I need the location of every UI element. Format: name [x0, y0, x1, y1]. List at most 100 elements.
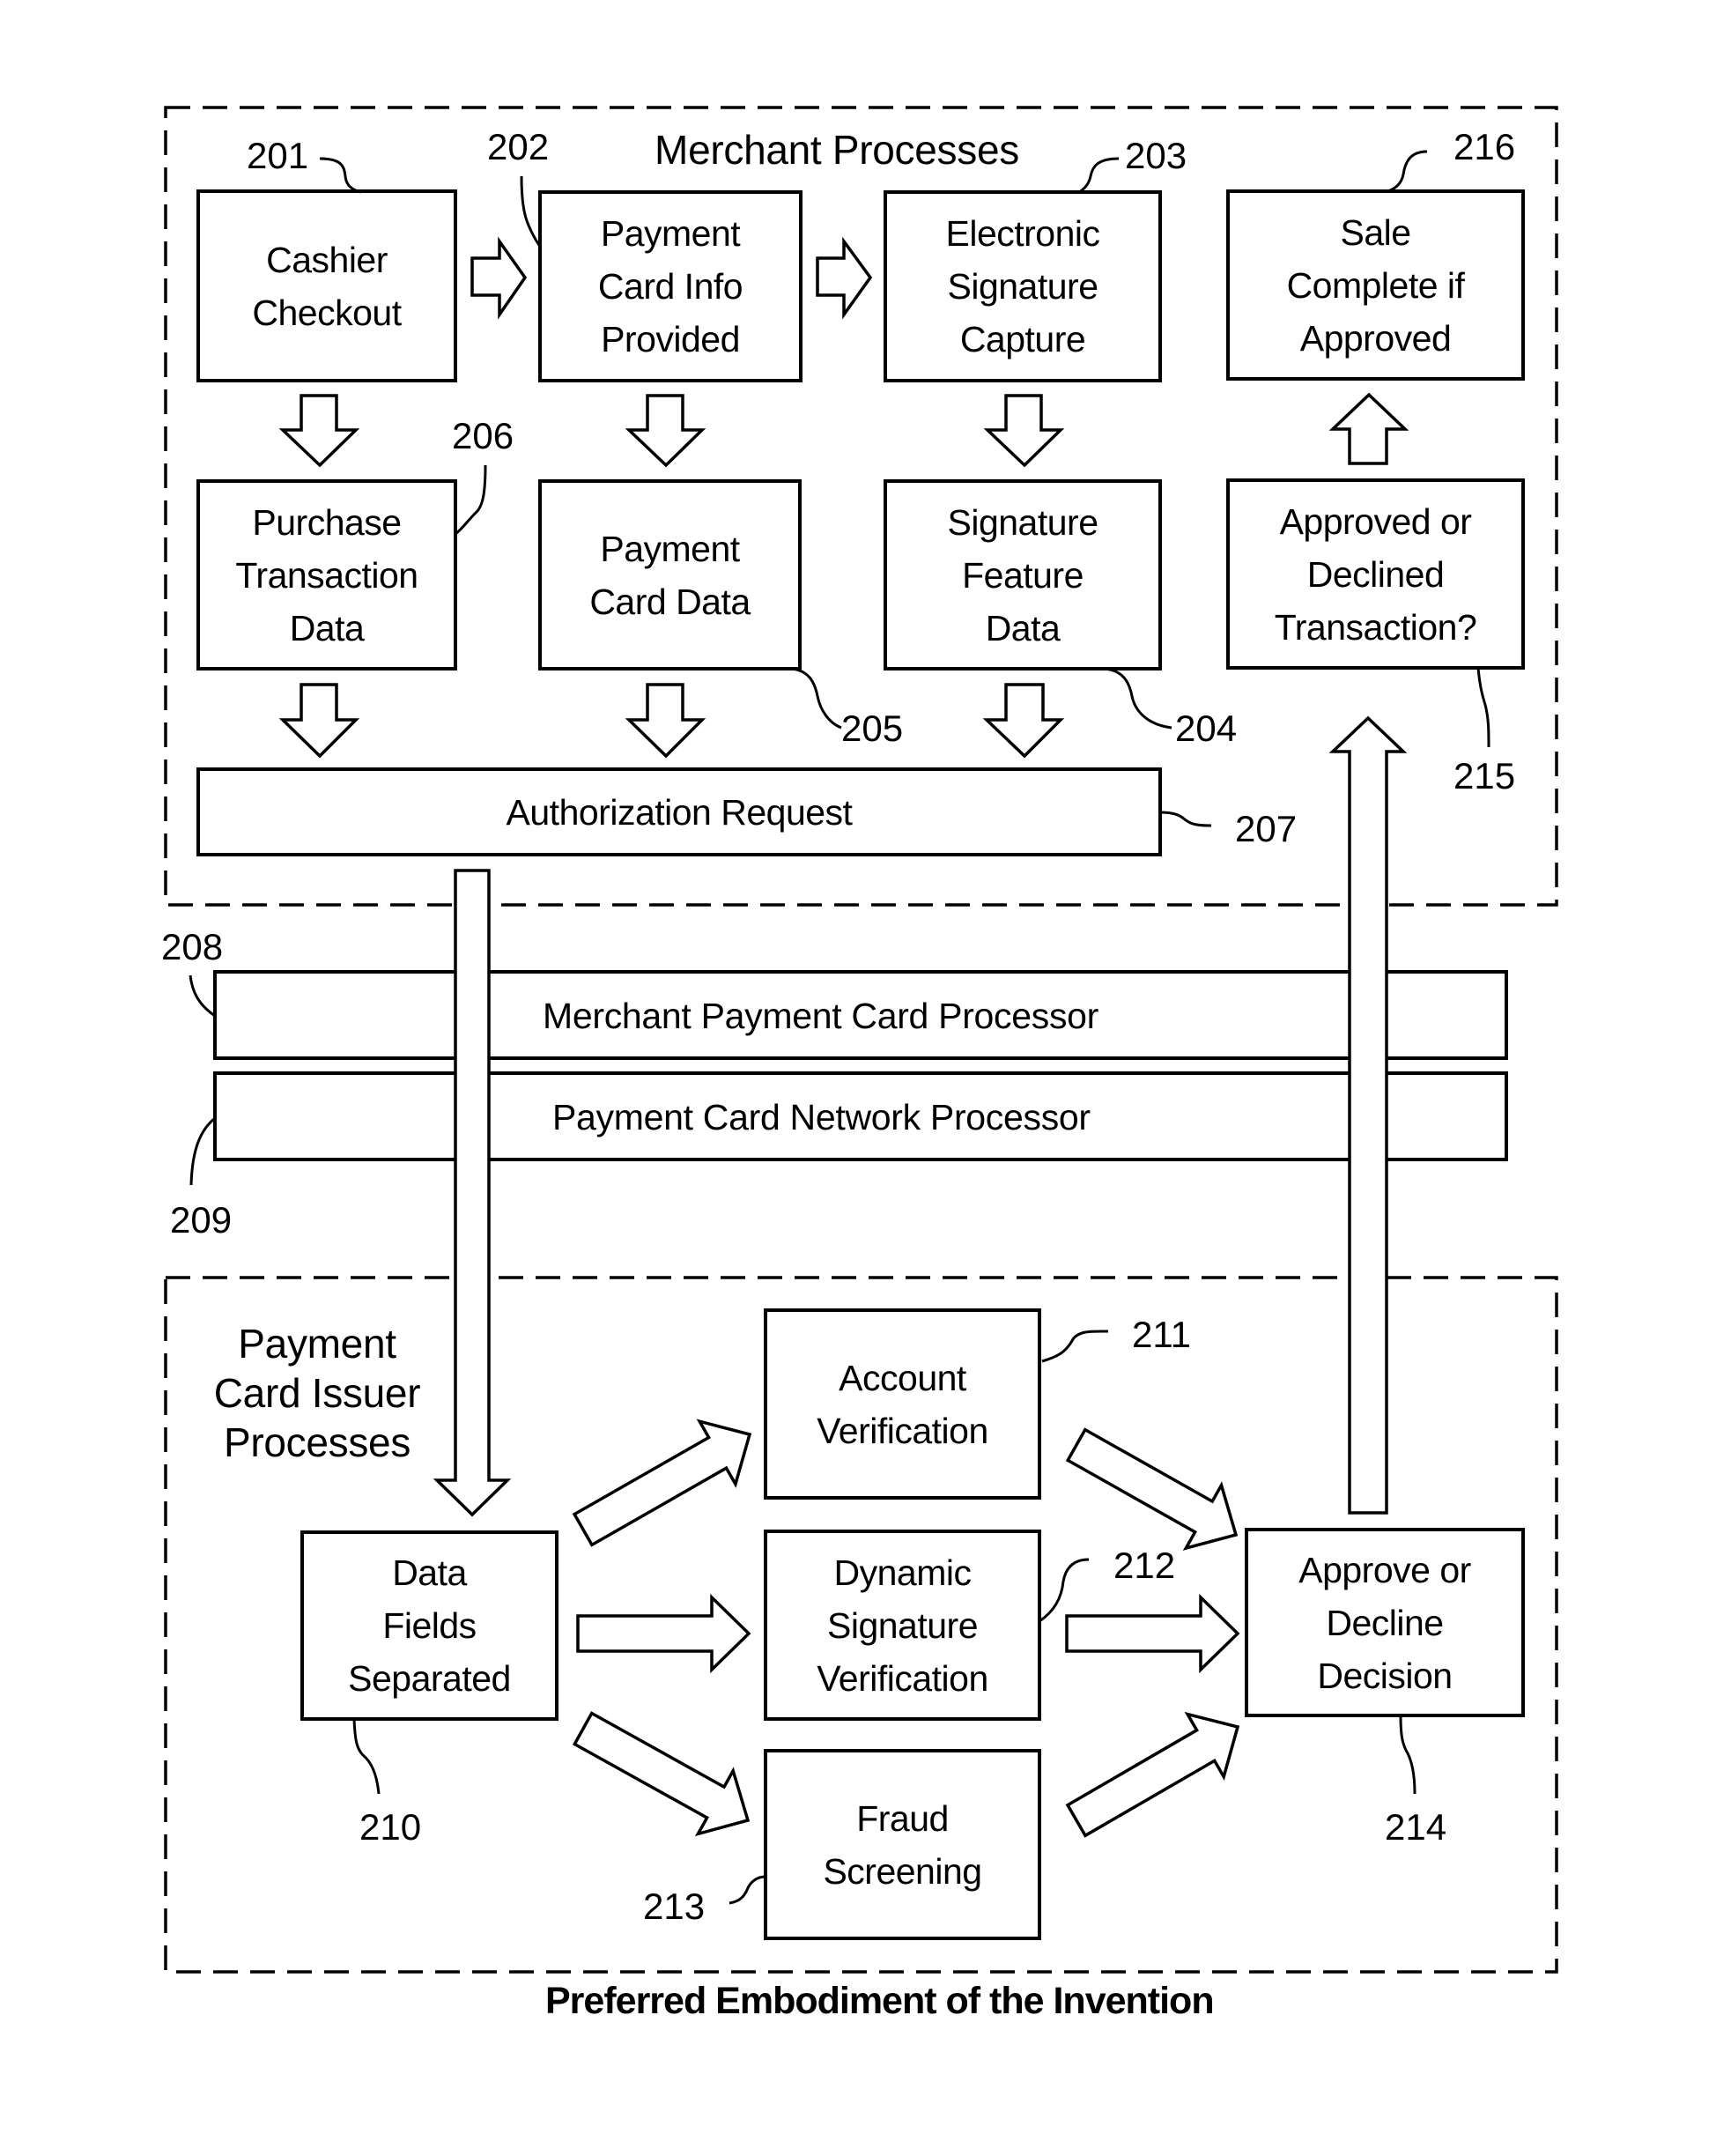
arrow-207-to-210	[433, 869, 512, 1517]
figure-caption: Preferred Embodiment of the Invention	[545, 1980, 1215, 2022]
ref-204: 204	[1175, 708, 1238, 749]
bar-209-network-processor-label: Payment Card Network Processor	[552, 1097, 1091, 1137]
ref-212: 212	[1113, 1545, 1176, 1586]
box-211-account-verification: Account Verification	[766, 1310, 1039, 1498]
box-206-purchase-transaction-data: Purchase Transaction Data	[198, 481, 455, 669]
leader-216	[1387, 150, 1428, 193]
arrow-201-to-202	[470, 236, 528, 320]
leader-206	[455, 464, 487, 536]
box-line: Card Info	[597, 266, 743, 307]
box-line: Account	[839, 1357, 966, 1398]
box-line: Fields	[382, 1605, 477, 1646]
ref-202: 202	[487, 126, 550, 167]
ref-201: 201	[247, 135, 309, 176]
box-line: Payment	[600, 213, 741, 254]
box-line: Approved	[1299, 317, 1452, 359]
box-line: Transaction	[235, 554, 418, 596]
leader-209	[189, 1117, 215, 1186]
leader-202	[520, 175, 542, 248]
box-line: Card Data	[589, 581, 751, 622]
box-line: Complete if	[1286, 264, 1465, 306]
leader-204	[1100, 667, 1172, 730]
box-line: Cashier	[266, 239, 388, 280]
box-line: Declined	[1306, 553, 1445, 595]
box-line: Purchase	[252, 501, 402, 543]
ref-203: 203	[1125, 135, 1187, 176]
box-line: Payment	[600, 528, 740, 569]
arrow-211-to-214	[1065, 1427, 1239, 1551]
box-line: Data	[392, 1552, 467, 1593]
box-212-dynamic-signature-verification: Dynamic Signature Verification	[766, 1531, 1039, 1719]
box-line: Fraud	[856, 1797, 949, 1839]
box-line: Signature	[947, 266, 1098, 307]
box-216-sale-complete: Sale Complete if Approved	[1228, 191, 1523, 379]
leader-205	[788, 667, 842, 730]
ref-206: 206	[452, 415, 514, 456]
box-210-data-fields-separated: Data Fields Separated	[302, 1532, 557, 1719]
arrow-202-to-205	[625, 394, 706, 468]
arrow-215-to-216	[1328, 392, 1409, 465]
leader-211	[1041, 1330, 1109, 1363]
ref-205: 205	[841, 708, 904, 749]
ref-214: 214	[1385, 1806, 1447, 1848]
box-204-signature-feature-data: Signature Feature Data	[885, 481, 1160, 669]
box-201-cashier-checkout: Cashier Checkout	[198, 191, 455, 381]
box-line: Decline	[1326, 1602, 1444, 1643]
leader-201	[319, 157, 362, 194]
leader-214	[1399, 1715, 1416, 1795]
box-line: Provided	[601, 319, 740, 359]
leader-215	[1476, 667, 1490, 748]
box-line: Checkout	[252, 292, 402, 333]
arrow-202-to-203	[816, 236, 873, 320]
box-202-payment-card-info: Payment Card Info Provided	[540, 192, 801, 381]
box-205-payment-card-data: Payment Card Data	[540, 481, 800, 669]
box-215-approved-or-declined: Approved or Declined Transaction?	[1228, 480, 1523, 668]
box-line: Signature	[947, 501, 1098, 543]
box-214-approve-or-decline-decision: Approve or Decline Decision	[1246, 1530, 1523, 1715]
box-line: Sale	[1340, 211, 1411, 253]
ref-207: 207	[1235, 808, 1298, 849]
bar-208-merchant-processor-label: Merchant Payment Card Processor	[543, 996, 1099, 1036]
box-line: Electronic	[945, 213, 1100, 254]
merchant-section-title: Merchant Processes	[655, 127, 1019, 173]
box-line: Feature	[962, 554, 1084, 596]
issuer-section-title: Payment Card Issuer Processes	[211, 1319, 423, 1467]
issuer-title-line: Processes	[223, 1419, 411, 1465]
ref-216: 216	[1453, 126, 1516, 167]
issuer-title-line: Card Issuer	[213, 1370, 421, 1416]
box-line: Verification	[817, 1410, 988, 1451]
arrow-204-to-207	[982, 683, 1065, 759]
box-line: Dynamic	[833, 1552, 972, 1593]
arrow-210-to-213	[572, 1711, 751, 1837]
box-207-authorization-request: Authorization Request	[198, 769, 1160, 855]
box-line: Transaction?	[1274, 606, 1477, 648]
box-line: Approve or	[1298, 1549, 1471, 1590]
arrow-210-to-212	[576, 1593, 751, 1674]
leader-213	[729, 1875, 766, 1905]
leader-203	[1078, 157, 1120, 194]
leader-208	[189, 974, 216, 1018]
ref-210: 210	[359, 1806, 422, 1848]
ref-211: 211	[1132, 1314, 1191, 1355]
box-line: Verification	[817, 1657, 988, 1699]
box-line: Separated	[348, 1658, 511, 1699]
box-line: Data	[289, 607, 365, 648]
patent-figure: Merchant Processes Payment Card Issuer P…	[0, 0, 1716, 2156]
box-line: Screening	[823, 1850, 982, 1892]
box-line: Data	[985, 607, 1061, 648]
box-line: Signature	[826, 1604, 979, 1646]
arrow-201-to-206	[278, 394, 360, 468]
box-203-electronic-signature-capture: Electronic Signature Capture	[885, 192, 1160, 381]
box-line: Decision	[1317, 1655, 1453, 1696]
arrow-214-to-215	[1328, 715, 1408, 1515]
arrow-210-to-211	[572, 1419, 752, 1547]
arrow-206-to-207	[278, 683, 360, 759]
leader-207	[1159, 811, 1212, 827]
ref-213: 213	[643, 1886, 706, 1927]
arrow-203-to-204	[983, 394, 1065, 468]
arrow-205-to-207	[625, 683, 706, 759]
box-line: Authorization Request	[506, 791, 853, 833]
arrow-213-to-214	[1065, 1711, 1240, 1838]
box-line: Approved or	[1279, 500, 1472, 542]
leader-212	[1039, 1558, 1090, 1623]
